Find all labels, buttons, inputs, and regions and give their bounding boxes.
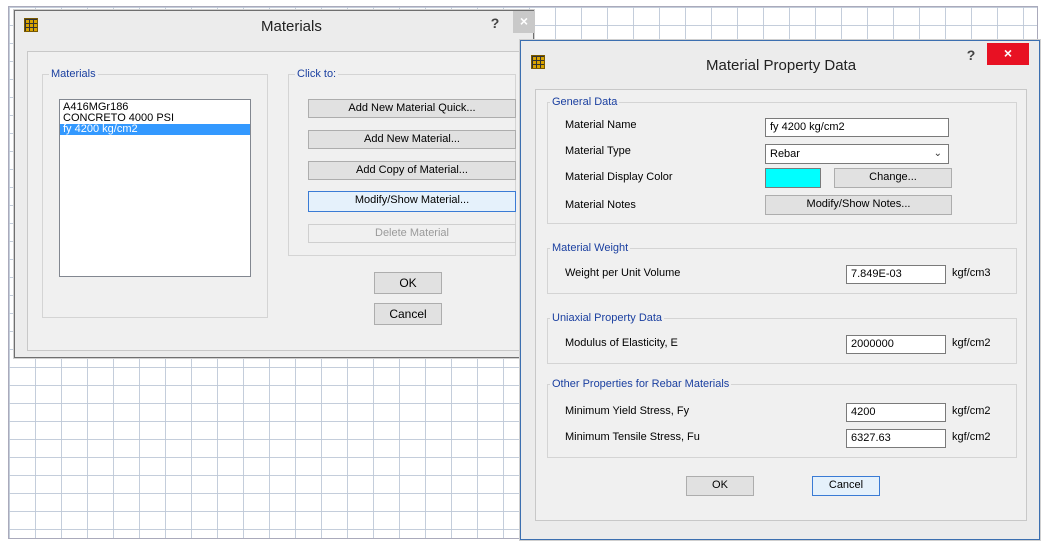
weight-per-unit-volume-label: Weight per Unit Volume [565, 267, 681, 279]
close-icon[interactable]: × [987, 43, 1029, 65]
materials-content-area: Materials A416MGr186 CONCRETO 4000 PSI f… [27, 51, 525, 351]
help-icon[interactable]: ? [961, 47, 981, 63]
general-data-group: General Data Material Name fy 4200 kg/cm… [547, 96, 1017, 224]
material-weight-group: Material Weight Weight per Unit Volume 7… [547, 242, 1017, 294]
click-to-group: Click to: Add New Material Quick... Add … [288, 68, 516, 256]
material-type-value: Rebar [770, 148, 800, 160]
general-data-label: General Data [550, 96, 620, 108]
property-content-area: General Data Material Name fy 4200 kg/cm… [535, 89, 1027, 521]
rebar-properties-group: Other Properties for Rebar Materials Min… [547, 378, 1017, 458]
material-name-field[interactable]: fy 4200 kg/cm2 [765, 118, 949, 137]
app-icon [531, 55, 545, 69]
help-icon[interactable]: ? [485, 15, 505, 31]
material-type-select[interactable]: Rebar ⌄ [765, 144, 949, 164]
weight-unit: kgf/cm3 [952, 267, 991, 279]
material-weight-label: Material Weight [550, 242, 631, 254]
modulus-of-elasticity-label: Modulus of Elasticity, E [565, 337, 678, 349]
minimum-tensile-stress-label: Minimum Tensile Stress, Fu [565, 431, 700, 443]
property-dialog-title: Material Property Data [706, 57, 857, 74]
cancel-button[interactable]: Cancel [812, 476, 880, 496]
chevron-down-icon: ⌄ [933, 148, 942, 159]
add-new-material-button[interactable]: Add New Material... [308, 130, 516, 149]
color-swatch [765, 168, 821, 188]
materials-group-label: Materials [49, 68, 98, 80]
material-name-label: Material Name [565, 119, 637, 131]
add-copy-of-material-button[interactable]: Add Copy of Material... [308, 161, 516, 180]
change-color-button[interactable]: Change... [834, 168, 952, 188]
materials-dialog-title: Materials [261, 18, 322, 35]
close-icon[interactable]: × [513, 11, 535, 33]
material-type-label: Material Type [565, 145, 631, 157]
materials-dialog: Materials ? × Materials A416MGr186 CONCR… [14, 10, 535, 358]
tensile-stress-unit: kgf/cm2 [952, 431, 991, 443]
modify-show-material-button[interactable]: Modify/Show Material... [308, 191, 516, 212]
yield-stress-unit: kgf/cm2 [952, 405, 991, 417]
ok-button[interactable]: OK [374, 272, 442, 294]
material-notes-label: Material Notes [565, 199, 636, 211]
uniaxial-property-label: Uniaxial Property Data [550, 312, 665, 324]
cancel-button[interactable]: Cancel [374, 303, 442, 325]
add-new-material-quick-button[interactable]: Add New Material Quick... [308, 99, 516, 118]
property-titlebar[interactable]: Material Property Data ? × [521, 41, 1039, 87]
uniaxial-property-group: Uniaxial Property Data Modulus of Elasti… [547, 312, 1017, 364]
minimum-yield-stress-field[interactable]: 4200 [846, 403, 946, 422]
app-icon [24, 18, 38, 32]
modulus-of-elasticity-field[interactable]: 2000000 [846, 335, 946, 354]
material-display-color-label: Material Display Color [565, 171, 673, 183]
click-to-group-label: Click to: [295, 68, 339, 80]
materials-titlebar[interactable]: Materials ? × [15, 11, 535, 41]
rebar-properties-label: Other Properties for Rebar Materials [550, 378, 732, 390]
minimum-yield-stress-label: Minimum Yield Stress, Fy [565, 405, 690, 417]
minimum-tensile-stress-field[interactable]: 6327.63 [846, 429, 946, 448]
modulus-unit: kgf/cm2 [952, 337, 991, 349]
delete-material-button[interactable]: Delete Material [308, 224, 516, 243]
ok-button[interactable]: OK [686, 476, 754, 496]
material-property-dialog: Material Property Data ? × General Data … [520, 40, 1040, 540]
weight-per-unit-volume-field[interactable]: 7.849E-03 [846, 265, 946, 284]
modify-show-notes-button[interactable]: Modify/Show Notes... [765, 195, 952, 215]
list-item-selected[interactable]: fy 4200 kg/cm2 [60, 124, 250, 135]
materials-group: Materials A416MGr186 CONCRETO 4000 PSI f… [42, 68, 268, 318]
materials-listbox[interactable]: A416MGr186 CONCRETO 4000 PSI fy 4200 kg/… [59, 99, 251, 277]
